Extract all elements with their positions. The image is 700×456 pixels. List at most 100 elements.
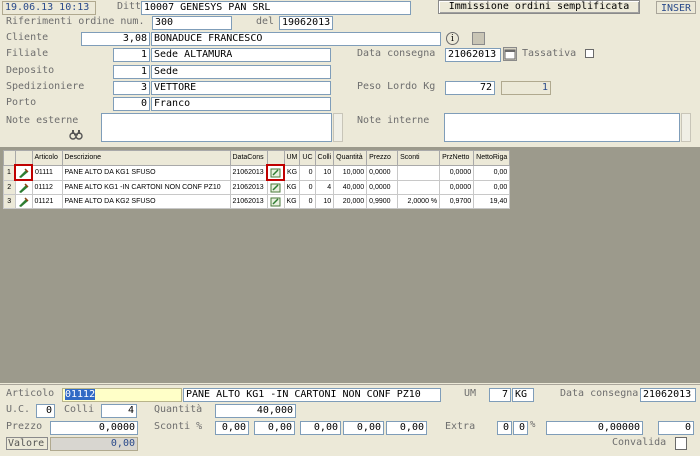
col-prezzo[interactable]: Prezzo: [366, 150, 399, 166]
deposito-label: Deposito: [6, 65, 55, 76]
cell-quantita: 10,000: [333, 164, 368, 181]
discount-5-field[interactable]: 0,00: [386, 421, 427, 435]
col-descrizione[interactable]: Descrizione: [61, 150, 231, 166]
edit-line-icon[interactable]: [14, 194, 33, 209]
col-datacons[interactable]: DataCons: [229, 150, 268, 166]
cell-uc: 0: [299, 164, 316, 181]
carrier-code-field[interactable]: 3: [113, 81, 150, 95]
cell-prznetto: 0,0000: [439, 164, 475, 181]
branch-name-field[interactable]: Sede ALTAMURA: [151, 48, 331, 62]
col-quantita[interactable]: Quantità: [333, 150, 368, 166]
order-lines-table: Articolo Descrizione DataCons UM UC Coll…: [3, 150, 511, 209]
col-prznetto[interactable]: PrzNetto: [439, 150, 475, 166]
detail-delivery-date-field[interactable]: 21062013: [640, 388, 696, 402]
external-notes-scrollbar[interactable]: [333, 113, 343, 142]
calendar-icon[interactable]: [503, 47, 517, 61]
spedizioniere-label: Spedizioniere: [6, 81, 85, 92]
detail-articolo-label: Articolo: [6, 388, 55, 399]
gross-weight-field[interactable]: 72: [445, 81, 495, 95]
cell-articolo: 01112: [31, 179, 63, 195]
external-notes-field[interactable]: [101, 113, 332, 142]
ditta-field[interactable]: 10007 GENESYS PAN SRL: [141, 1, 411, 15]
detail-prezzo-field[interactable]: 0,0000: [50, 421, 138, 435]
col-uc[interactable]: UC: [299, 150, 316, 166]
detail-colli-label: Colli: [64, 404, 95, 415]
weight-colli-field: 1: [501, 81, 551, 95]
order-number-field[interactable]: 300: [152, 16, 232, 30]
calendar-edit-icon[interactable]: [266, 179, 285, 195]
col-um[interactable]: UM: [283, 150, 301, 166]
order-date-field[interactable]: 19062013: [279, 16, 333, 30]
cell-prezzo: 0,0000: [366, 179, 399, 195]
discount-4-field[interactable]: 0,00: [343, 421, 384, 435]
col-colli[interactable]: Colli: [314, 150, 335, 166]
detail-uc-field[interactable]: 0: [36, 404, 55, 418]
ditta-code: 10007: [144, 2, 175, 13]
cell-datacons: 21062013: [229, 179, 268, 195]
port-name-field[interactable]: Franco: [151, 97, 331, 111]
cell-descrizione: PANE ALTO KG1 -IN CARTONI NON CONF PZ10: [61, 179, 231, 195]
info-icon[interactable]: i: [446, 32, 459, 45]
detail-colli-field[interactable]: 4: [101, 404, 137, 418]
detail-quantita-field[interactable]: 40,000: [215, 404, 296, 418]
datetime-display: 19.06.13 10:13: [2, 1, 96, 15]
row-number: 1: [3, 164, 16, 181]
tassativa-checkbox[interactable]: [585, 49, 594, 58]
warehouse-code-field[interactable]: 1: [113, 65, 150, 79]
carrier-name-field[interactable]: VETTORE: [151, 81, 331, 95]
cliente-label: Cliente: [6, 32, 49, 43]
edit-line-icon[interactable]: [14, 179, 33, 195]
cell-articolo: 01121: [31, 194, 63, 209]
grid-icon-header: [14, 150, 33, 166]
filiale-label: Filiale: [6, 48, 49, 59]
ditta-name: GENESYS PAN SRL: [180, 2, 271, 13]
calendar-edit-icon[interactable]: [266, 194, 285, 209]
cell-prezzo: 0,0000: [366, 164, 399, 181]
cell-prezzo: 0,9900: [366, 194, 399, 209]
convalida-checkbox[interactable]: [675, 437, 687, 450]
table-row[interactable]: 1 01111 PANE ALTO DA KG1 SFUSO 21062013 …: [3, 164, 511, 181]
detail-sconti-label: Sconti %: [154, 421, 203, 432]
order-lines-grid: Articolo Descrizione DataCons UM UC Coll…: [3, 150, 511, 209]
cell-nettoriga: 19,40: [473, 194, 511, 209]
calendar-edit-icon[interactable]: [266, 164, 285, 181]
internal-notes-scrollbar[interactable]: [681, 113, 691, 142]
col-sconti[interactable]: Sconti: [397, 150, 441, 166]
binoculars-icon[interactable]: [69, 128, 83, 141]
cell-uc: 0: [299, 194, 316, 209]
discount-1-field[interactable]: 0,00: [215, 421, 249, 435]
row-number: 3: [3, 194, 16, 209]
grid-header-row: Articolo Descrizione DataCons UM UC Coll…: [3, 150, 511, 166]
detail-uc-label: U.C.: [6, 404, 31, 415]
extra-percent-label: %: [530, 420, 536, 430]
table-row[interactable]: 3 01121 PANE ALTO DA KG2 SFUSO 21062013 …: [3, 194, 511, 209]
branch-code-field[interactable]: 1: [113, 48, 150, 62]
extra-b-field[interactable]: 0: [513, 421, 528, 435]
note-esterne-label: Note esterne: [6, 115, 79, 126]
col-articolo[interactable]: Articolo: [31, 150, 63, 166]
detail-um-field[interactable]: KG: [512, 388, 534, 402]
edit-line-icon[interactable]: [14, 164, 33, 181]
customer-card-icon[interactable]: [472, 32, 485, 45]
table-row[interactable]: 2 01112 PANE ALTO KG1 -IN CARTONI NON CO…: [3, 179, 511, 195]
delivery-date-field[interactable]: 21062013: [445, 48, 501, 62]
detail-descrizione-field[interactable]: PANE ALTO KG1 -IN CARTONI NON CONF PZ10: [183, 388, 441, 402]
extra-a-field[interactable]: 0: [497, 421, 512, 435]
internal-notes-field[interactable]: [444, 113, 680, 142]
detail-articolo-field[interactable]: 01112: [62, 388, 182, 402]
col-nettoriga[interactable]: NettoRiga: [473, 150, 511, 166]
cell-um: KG: [283, 194, 301, 209]
discount-3-field[interactable]: 0,00: [300, 421, 341, 435]
cell-colli: 10: [314, 164, 335, 181]
cell-nettoriga: 0,00: [473, 179, 511, 195]
warehouse-name-field[interactable]: Sede: [151, 65, 331, 79]
port-code-field[interactable]: 0: [113, 97, 150, 111]
discount-2-field[interactable]: 0,00: [254, 421, 295, 435]
customer-code-field[interactable]: 3,08: [81, 32, 150, 46]
customer-name-field[interactable]: BONADUCE FRANCESCO: [151, 32, 441, 46]
extra-value-field[interactable]: 0,00000: [546, 421, 643, 435]
extra-last-field[interactable]: 0: [658, 421, 694, 435]
quick-order-entry-button[interactable]: Immissione ordini semplificata: [438, 0, 640, 14]
cell-sconti: [397, 179, 441, 195]
detail-um-code-field[interactable]: 7: [489, 388, 511, 402]
